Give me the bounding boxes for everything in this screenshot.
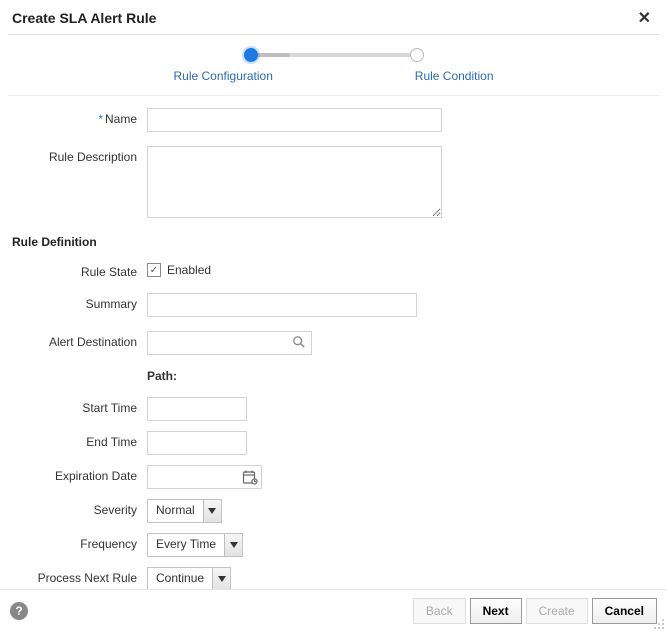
frequency-value: Every Time (148, 534, 224, 556)
rule-state-label: Rule State (12, 261, 147, 279)
start-time-input[interactable] (147, 397, 247, 421)
expiration-date-input[interactable] (147, 465, 262, 489)
process-next-rule-select[interactable]: Continue (147, 567, 231, 589)
chevron-down-icon (212, 568, 230, 589)
severity-label: Severity (12, 499, 147, 517)
dialog-footer: ? Back Next Create Cancel (0, 589, 667, 632)
divider (8, 95, 659, 96)
process-next-rule-value: Continue (148, 568, 212, 589)
name-input[interactable] (147, 108, 442, 132)
back-button: Back (413, 598, 466, 624)
step-label-configuration[interactable]: Rule Configuration (174, 69, 273, 83)
create-button: Create (526, 598, 588, 624)
severity-value: Normal (148, 500, 203, 522)
name-label: *Name (12, 108, 147, 126)
titlebar: Create SLA Alert Rule ✕ (0, 0, 667, 34)
chevron-down-icon (224, 534, 242, 556)
stepper-track (244, 47, 424, 63)
cancel-button[interactable]: Cancel (592, 598, 657, 624)
dialog-title: Create SLA Alert Rule (12, 10, 156, 26)
alert-destination-label: Alert Destination (12, 331, 147, 349)
resize-grip-icon[interactable] (653, 618, 665, 630)
create-sla-alert-rule-dialog: Create SLA Alert Rule ✕ Rule Configurati… (0, 0, 667, 632)
summary-input[interactable] (147, 293, 417, 317)
start-time-label: Start Time (12, 397, 147, 415)
stepper-labels: Rule Configuration Rule Condition (174, 69, 494, 83)
help-icon[interactable]: ? (10, 602, 28, 620)
wizard-stepper: Rule Configuration Rule Condition (0, 35, 667, 91)
step-dot-configuration[interactable] (244, 48, 258, 62)
close-button[interactable]: ✕ (634, 8, 655, 28)
end-time-input[interactable] (147, 431, 247, 455)
step-label-condition[interactable]: Rule Condition (415, 69, 494, 83)
process-next-rule-label: Process Next Rule (12, 567, 147, 585)
rule-description-label: Rule Description (12, 146, 147, 164)
summary-label: Summary (12, 293, 147, 311)
rule-description-textarea[interactable] (147, 146, 442, 218)
frequency-label: Frequency (12, 533, 147, 551)
alert-destination-input[interactable] (147, 331, 312, 355)
chevron-down-icon (203, 500, 221, 522)
path-label: Path: (147, 369, 177, 383)
severity-select[interactable]: Normal (147, 499, 222, 523)
next-button[interactable]: Next (470, 598, 522, 624)
end-time-label: End Time (12, 431, 147, 449)
form-area: *Name Rule Description Rule Definition R… (0, 108, 667, 589)
frequency-select[interactable]: Every Time (147, 533, 243, 557)
rule-definition-section-title: Rule Definition (12, 235, 655, 249)
expiration-date-label: Expiration Date (12, 465, 147, 483)
step-dot-condition[interactable] (410, 48, 424, 62)
rule-state-checkbox[interactable]: ✓ (147, 263, 161, 277)
rule-state-checkbox-label: Enabled (167, 263, 211, 277)
button-bar: Back Next Create Cancel (413, 598, 657, 624)
required-marker: * (98, 112, 103, 126)
